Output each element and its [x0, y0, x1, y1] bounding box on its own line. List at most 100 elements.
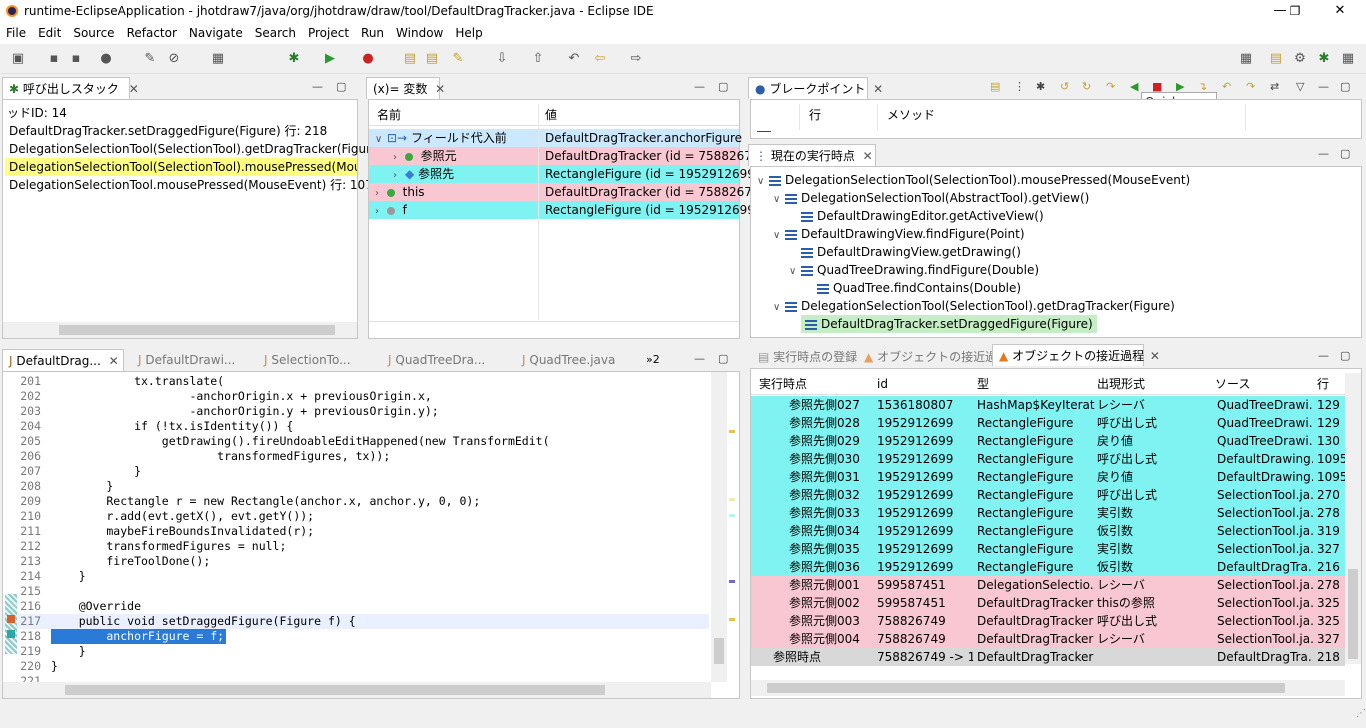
- vertical-scrollbar[interactable]: [711, 372, 727, 682]
- step-return-icon[interactable]: ↶: [1222, 80, 1231, 93]
- expanded-arrow-icon[interactable]: ∨: [773, 227, 785, 245]
- tree-item[interactable]: DefaultDrawingEditor.getActiveView(): [789, 207, 1044, 225]
- tree-item[interactable]: QuadTree.findContains(Double): [805, 279, 1021, 297]
- breakpoint-marker-icon[interactable]: [7, 615, 15, 623]
- next-annotation-icon[interactable]: ⇩: [494, 51, 510, 67]
- tab-object-approach-2[interactable]: ▲ オブジェクトの接近過程 ✕: [992, 344, 1160, 366]
- close-icon[interactable]: ✕: [109, 354, 119, 368]
- close-icon[interactable]: ✕: [435, 82, 445, 96]
- table-row[interactable]: 参照先側031 1952912699 RectangleFigure 戻り値 Defau…: [751, 468, 1345, 486]
- tree-item[interactable]: ∨ DelegationSelectionTool(SelectionTool).…: [757, 171, 1190, 189]
- column-header-value[interactable]: 値: [545, 104, 557, 126]
- column-header[interactable]: 出現形式: [1097, 373, 1145, 395]
- horizontal-scrollbar[interactable]: [3, 322, 357, 338]
- tree-item[interactable]: ∨ DefaultDrawingView.findFigure(Point): [773, 225, 1025, 243]
- open-folder-icon[interactable]: ▤: [990, 80, 1000, 93]
- java-perspective-icon[interactable]: ▤: [1268, 51, 1284, 67]
- open-type-icon[interactable]: ▤: [424, 51, 440, 67]
- tab-breakpoints[interactable]: ● ブレークポイント ✕: [748, 77, 883, 99]
- table-row[interactable]: › ◆ 参照先 RectangleFigure (id = 1952912699): [369, 165, 760, 183]
- maximize-view-icon[interactable]: ▢: [718, 352, 728, 365]
- collapsed-arrow-icon[interactable]: ›: [375, 203, 387, 221]
- table-row[interactable]: 参照先側028 1952912699 RectangleFigure 呼び出し式 Qua…: [751, 414, 1345, 432]
- debug-perspective-icon[interactable]: ✱: [1316, 51, 1332, 67]
- step-into-icon[interactable]: ↴: [1198, 80, 1207, 93]
- code-line[interactable]: 202 -anchorOrigin.x + previousOrigin.x,: [3, 389, 709, 404]
- code-line[interactable]: 213 fireToolDone();: [3, 554, 709, 569]
- minimize-view-icon[interactable]: —: [1318, 147, 1329, 160]
- table-row[interactable]: 参照元側001 599587451 DelegationSelectio... レシー…: [751, 576, 1345, 594]
- minimize-view-icon[interactable]: —: [694, 352, 705, 365]
- code-line[interactable]: 206 transformedFigures, tx));: [3, 449, 709, 464]
- tree-item[interactable]: DefaultDrawingView.getDrawing(): [789, 243, 1021, 261]
- list-item[interactable]: DelegationSelectionTool.mousePressed(Mou…: [9, 176, 373, 194]
- back-icon[interactable]: ◀: [1130, 80, 1138, 93]
- code-line[interactable]: 201 tx.translate(: [3, 374, 709, 389]
- list-item[interactable]: DefaultDragTracker.setDraggedFigure(Figu…: [9, 122, 327, 140]
- minimize-view-icon[interactable]: —: [694, 80, 705, 93]
- editor-tab-overflow[interactable]: »2: [640, 349, 660, 371]
- maximize-button[interactable]: ❐: [1281, 2, 1309, 20]
- code-line[interactable]: 215: [3, 584, 709, 599]
- menu-search[interactable]: Search: [249, 24, 302, 42]
- code-line[interactable]: 219 }: [3, 644, 709, 659]
- resume-icon[interactable]: ▶: [1176, 80, 1184, 93]
- minimize-view-icon[interactable]: —: [312, 80, 323, 93]
- table-row[interactable]: 参照先側033 1952912699 RectangleFigure 実引数 Selec…: [751, 504, 1345, 522]
- editor-tab-active[interactable]: J DefaultDrag... ✕: [2, 349, 124, 371]
- code-editor[interactable]: 201 tx.translate(202 -anchorOrigin.x + p…: [2, 371, 740, 699]
- list-item[interactable]: ッドID: 14: [7, 104, 67, 122]
- minimize-view-icon[interactable]: —: [1318, 80, 1329, 93]
- maximize-view-icon[interactable]: ▢: [718, 80, 728, 93]
- tree-item[interactable]: ∨ QuadTreeDrawing.findFigure(Double): [789, 261, 1039, 279]
- tree-item[interactable]: ∨ DelegationSelectionTool(AbstractTool).g…: [773, 189, 1089, 207]
- menu-navigate[interactable]: Navigate: [183, 24, 249, 42]
- table-row[interactable]: › f RectangleFigure (id = 1952912699): [369, 201, 760, 221]
- code-line[interactable]: 210 r.add(evt.getX(), evt.getY());: [3, 509, 709, 524]
- menu-file[interactable]: File: [0, 24, 32, 42]
- close-icon[interactable]: ✕: [863, 149, 873, 163]
- code-line[interactable]: 208 }: [3, 479, 709, 494]
- expanded-arrow-icon[interactable]: ∨: [773, 299, 785, 317]
- format-icon[interactable]: ▦: [210, 51, 226, 67]
- table-row[interactable]: 参照元側004 758826749 DefaultDragTracker レシーバ Se…: [751, 630, 1345, 648]
- close-icon[interactable]: ✕: [1150, 349, 1160, 363]
- git-perspective-icon[interactable]: ⚙: [1292, 51, 1308, 67]
- run-icon[interactable]: ▶: [322, 51, 338, 67]
- code-line[interactable]: 216 @Override: [3, 599, 709, 614]
- horizontal-scrollbar[interactable]: [751, 680, 1345, 696]
- vertical-scrollbar[interactable]: [1345, 373, 1361, 664]
- maximize-view-icon[interactable]: ▢: [336, 80, 346, 93]
- code-line[interactable]: 209 Rectangle r = new Rectangle(anchor.x…: [3, 494, 709, 509]
- close-icon[interactable]: ✕: [129, 82, 139, 96]
- new-package-icon[interactable]: ▤: [402, 51, 418, 67]
- table-row[interactable]: 参照先側032 1952912699 RectangleFigure 呼び出し式 Sel…: [751, 486, 1345, 504]
- step-icon[interactable]: ↺: [1060, 80, 1069, 93]
- menu-help[interactable]: Help: [449, 24, 488, 42]
- drop-frame-icon[interactable]: ↷: [1246, 80, 1255, 93]
- tab-call-stack[interactable]: ✱ 呼び出しスタック ✕: [2, 77, 139, 99]
- code-line[interactable]: 221: [3, 674, 709, 682]
- menu-refactor[interactable]: Refactor: [121, 24, 183, 42]
- account-icon[interactable]: ●: [98, 51, 114, 67]
- step-over-icon[interactable]: ↷: [1106, 80, 1115, 93]
- column-header-line[interactable]: 行: [809, 104, 821, 126]
- table-row[interactable]: › 参照元 DefaultDragTracker (id = 758826749…: [369, 147, 772, 165]
- column-header[interactable]: 型: [977, 373, 989, 395]
- debug-icon[interactable]: ✱: [286, 51, 302, 67]
- table-row[interactable]: 参照先側035 1952912699 RectangleFigure 実引数 Selec…: [751, 540, 1345, 558]
- maximize-view-icon[interactable]: ▢: [1340, 80, 1350, 93]
- tree-item[interactable]: ∨ DelegationSelectionTool(SelectionTool).…: [773, 297, 1175, 315]
- column-header[interactable]: ソース: [1215, 373, 1250, 395]
- editor-tab[interactable]: J QuadTree.java: [516, 349, 615, 371]
- minimize-view-icon[interactable]: —: [1318, 349, 1329, 362]
- tree-icon[interactable]: ⋮: [1014, 80, 1025, 93]
- code-line[interactable]: 203 -anchorOrigin.y + previousOrigin.y);: [3, 404, 709, 419]
- pin-icon[interactable]: ✎: [142, 51, 158, 67]
- column-header[interactable]: id: [877, 373, 888, 395]
- code-line[interactable]: 212 transformedFigures = null;: [3, 539, 709, 554]
- horizontal-scrollbar[interactable]: [3, 682, 711, 698]
- table-row[interactable]: 参照元側002 599587451 DefaultDragTracker thisの参…: [751, 594, 1345, 612]
- save-icon[interactable]: ▪: [46, 51, 62, 67]
- bug-icon[interactable]: ✱: [1036, 80, 1045, 93]
